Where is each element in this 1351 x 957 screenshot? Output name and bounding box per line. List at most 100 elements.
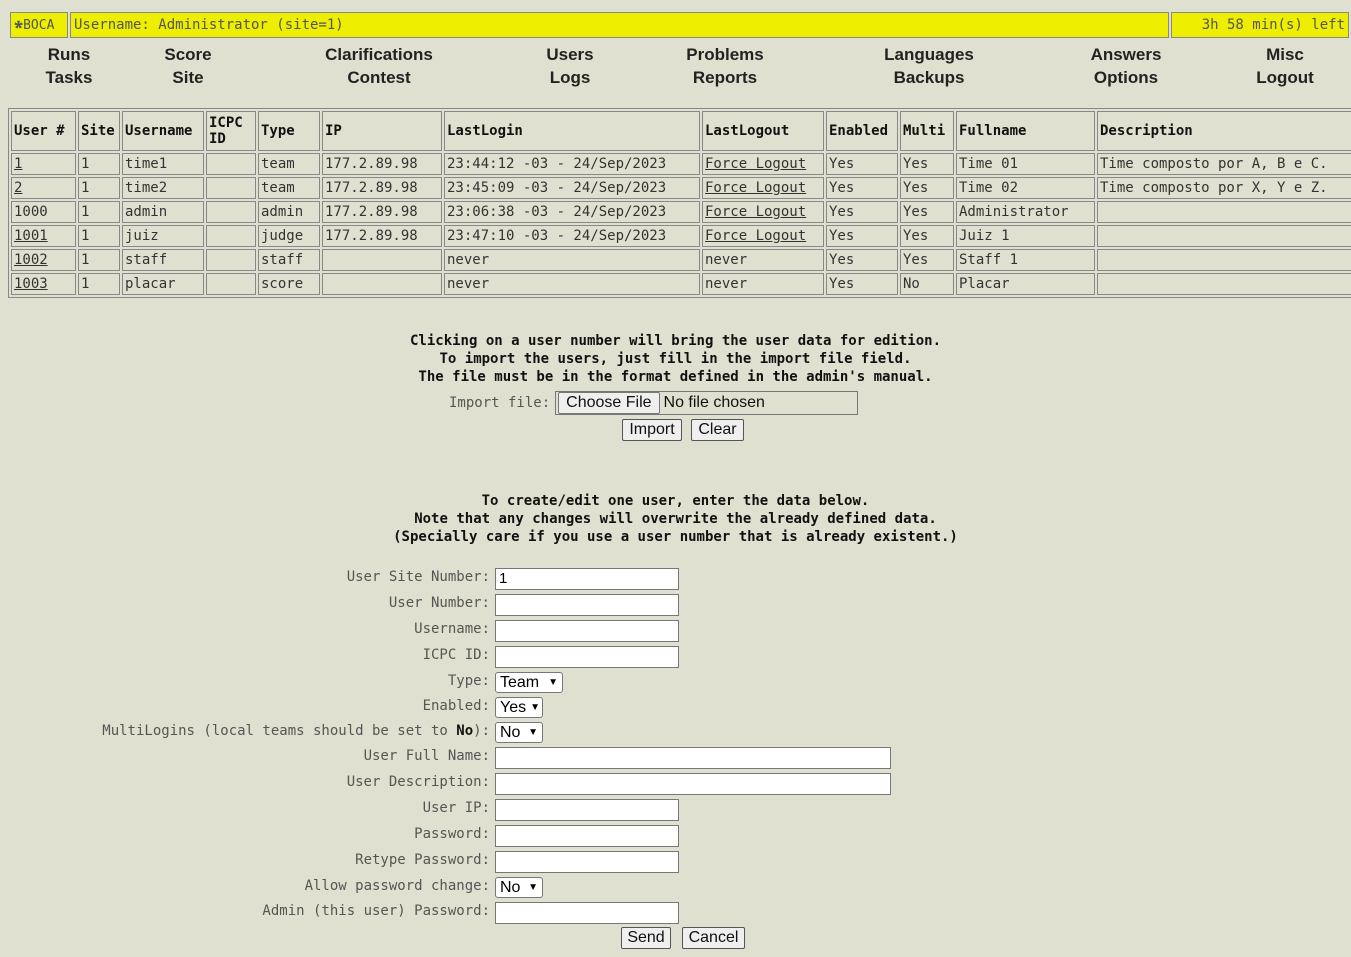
nav-score[interactable]: Score (148, 43, 228, 66)
table-cell (206, 153, 256, 175)
password-label: Password: (414, 826, 490, 842)
table-cell: Yes (826, 273, 898, 295)
col-user-number: User # (11, 111, 76, 151)
nav-site[interactable]: Site (148, 66, 228, 89)
nav-users[interactable]: Users (530, 43, 610, 66)
import-file-input[interactable]: Choose File No file chosen (555, 391, 859, 415)
nav-answers[interactable]: Answers (1076, 43, 1176, 66)
multilogins-select[interactable]: No ▼ (495, 722, 543, 743)
user-number-link[interactable]: 1 (14, 156, 22, 172)
nav-logs[interactable]: Logs (530, 66, 610, 89)
nav-column-3: Clarifications Contest (309, 43, 449, 89)
nav-runs[interactable]: Runs (29, 43, 109, 66)
table-cell: judge (258, 225, 320, 247)
col-fullname: Fullname (956, 111, 1095, 151)
edit-instructions: To create/edit one user, enter the data … (393, 493, 958, 545)
table-row: 1 1 time1 team 177.2.89.98 23:44:12 -03 … (11, 153, 1351, 175)
enabled-select[interactable]: Yes ▼ (495, 697, 543, 718)
nav-reports[interactable]: Reports (670, 66, 780, 89)
table-cell (206, 201, 256, 223)
nav-contest[interactable]: Contest (309, 66, 449, 89)
nav-options[interactable]: Options (1076, 66, 1176, 89)
table-cell (206, 249, 256, 271)
table-cell: Yes (900, 177, 954, 199)
force-logout-link[interactable]: Force Logout (705, 228, 806, 244)
table-cell: Yes (900, 225, 954, 247)
users-table: User # Site Username ICPC ID Type IP Las… (8, 108, 1351, 298)
nav-backups[interactable]: Backups (869, 66, 989, 89)
nav-column-5: Problems Reports (670, 43, 780, 89)
nav-clarifications[interactable]: Clarifications (309, 43, 449, 66)
table-cell: staff (122, 249, 204, 271)
icpc-id-input[interactable] (495, 646, 679, 668)
description-input[interactable] (495, 773, 891, 795)
send-button[interactable]: Send (621, 927, 671, 949)
type-label: Type: (447, 673, 490, 689)
table-cell: Yes (826, 201, 898, 223)
table-cell: never (702, 273, 824, 295)
table-cell (206, 225, 256, 247)
boca-logo: 🞳BOCA (10, 12, 68, 38)
fullname-input[interactable] (495, 747, 891, 769)
retype-password-input[interactable] (495, 851, 679, 873)
user-number-input[interactable] (495, 594, 679, 616)
user-number-link[interactable]: 2 (14, 180, 22, 196)
col-description: Description (1097, 111, 1351, 151)
nav-tasks[interactable]: Tasks (29, 66, 109, 89)
table-cell: 177.2.89.98 (322, 177, 442, 199)
username-input[interactable] (495, 620, 679, 642)
icpc-id-label: ICPC ID: (422, 647, 490, 663)
table-cell: never (444, 249, 700, 271)
table-cell (1097, 273, 1351, 295)
col-lastlogin: LastLogin (444, 111, 700, 151)
table-cell: Yes (900, 249, 954, 271)
no-file-chosen: No file chosen (663, 394, 765, 411)
admin-password-label: Admin (this user) Password: (262, 903, 490, 919)
user-info: Username: Administrator (site=1) (70, 12, 1169, 38)
password-input[interactable] (495, 825, 679, 847)
import-button[interactable]: Import (622, 419, 682, 441)
user-number-link[interactable]: 1002 (14, 252, 48, 268)
table-cell: team (258, 153, 320, 175)
allow-password-change-select[interactable]: No ▼ (495, 877, 543, 898)
table-cell (1097, 201, 1351, 223)
table-cell: juiz (122, 225, 204, 247)
table-cell: 1 (78, 225, 120, 247)
user-number-link[interactable]: 1001 (14, 228, 48, 244)
type-select[interactable]: Team ▼ (495, 672, 563, 693)
clear-button[interactable]: Clear (691, 419, 744, 441)
ip-input[interactable] (495, 799, 679, 821)
admin-password-input[interactable] (495, 902, 679, 924)
table-cell: admin (122, 201, 204, 223)
col-type: Type (258, 111, 320, 151)
nav-problems[interactable]: Problems (670, 43, 780, 66)
user-number-link[interactable]: 1003 (14, 276, 48, 292)
table-cell: Yes (900, 153, 954, 175)
choose-file-button[interactable]: Choose File (558, 392, 660, 414)
nav-logout[interactable]: Logout (1245, 66, 1325, 89)
nav-misc[interactable]: Misc (1245, 43, 1325, 66)
table-cell: 177.2.89.98 (322, 153, 442, 175)
table-cell: 23:44:12 -03 - 24/Sep/2023 (444, 153, 700, 175)
nav-column-1: Runs Tasks (29, 43, 109, 89)
multilogins-selected-value: No (500, 724, 521, 741)
header-bar: 🞳BOCA Username: Administrator (site=1) 3… (8, 10, 1351, 40)
ip-label: User IP: (422, 800, 490, 816)
site-number-input[interactable]: 1 (495, 568, 679, 590)
force-logout-link[interactable]: Force Logout (705, 180, 806, 196)
multilogins-label: MultiLogins (local teams should be set t… (102, 723, 490, 739)
cancel-button[interactable]: Cancel (682, 927, 745, 949)
force-logout-link[interactable]: Force Logout (705, 156, 806, 172)
table-row: 1001 1 juiz judge 177.2.89.98 23:47:10 -… (11, 225, 1351, 247)
col-lastlogout: LastLogout (702, 111, 824, 151)
chevron-down-icon: ▼ (528, 882, 538, 893)
nav-languages[interactable]: Languages (869, 43, 989, 66)
table-cell: 23:45:09 -03 - 24/Sep/2023 (444, 177, 700, 199)
table-cell: No (900, 273, 954, 295)
import-file-label: Import file: (449, 395, 551, 411)
force-logout-link[interactable]: Force Logout (705, 204, 806, 220)
table-cell: Placar (956, 273, 1095, 295)
table-row: 2 1 time2 team 177.2.89.98 23:45:09 -03 … (11, 177, 1351, 199)
table-header-row: User # Site Username ICPC ID Type IP Las… (11, 111, 1351, 151)
table-cell: 1000 (11, 201, 76, 223)
